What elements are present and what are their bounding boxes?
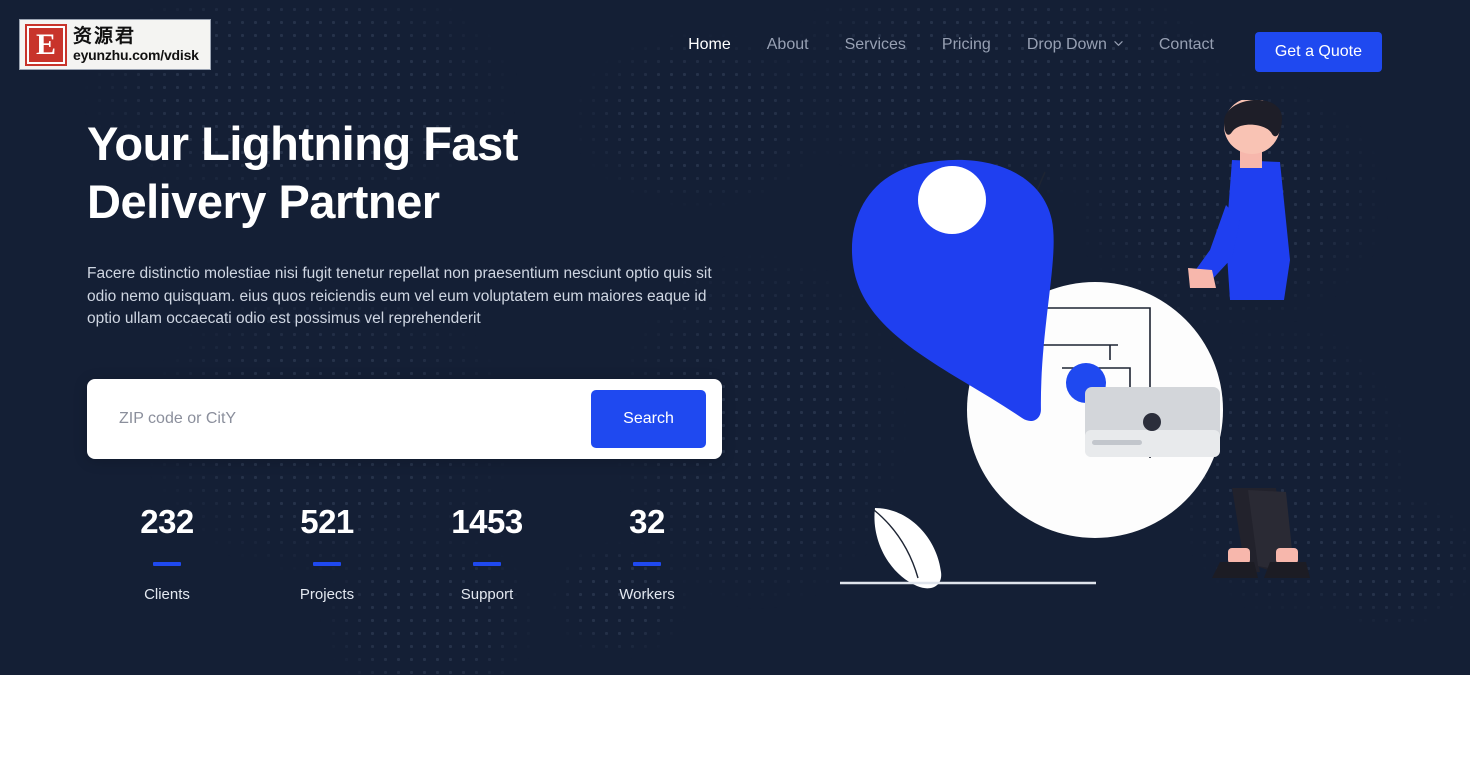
stat-item: 1453 Support — [407, 505, 567, 603]
nav-item-contact[interactable]: Contact — [1141, 36, 1232, 54]
stat-item: 521 Projects — [247, 505, 407, 603]
stat-value: 1453 — [451, 502, 523, 540]
nav-item-home[interactable]: Home — [670, 36, 749, 54]
logo-url: eyunzhu.com/vdisk — [73, 47, 199, 63]
stat-label: Clients — [144, 585, 190, 603]
stat-label: Projects — [299, 585, 355, 603]
stat-item: 32 Workers — [567, 505, 727, 603]
hero-subtext: Facere distinctio molestiae nisi fugit t… — [87, 265, 712, 327]
delivery-illustration — [840, 100, 1450, 600]
site-logo[interactable]: E 资源君 eyunzhu.com/vdisk — [19, 19, 211, 70]
logo-mark-letter: E — [27, 25, 65, 64]
search-button[interactable]: Search — [591, 389, 706, 448]
hero-content: Your Lightning Fast Delivery Partner Fac… — [87, 115, 787, 603]
nav-item-about[interactable]: About — [749, 36, 827, 54]
page-body-below-hero — [0, 675, 1470, 780]
nav-item-label: Drop Down — [1026, 36, 1107, 53]
page-title: Your Lightning Fast Delivery Partner — [87, 115, 647, 231]
headline-line-1: Your Lightning Fast — [87, 117, 518, 170]
stat-underline — [633, 561, 661, 566]
get-a-quote-button[interactable]: Get a Quote — [1254, 32, 1382, 72]
search-bar: Search — [87, 378, 722, 459]
map-pin-hole — [918, 166, 986, 234]
stat-item: 232 Clients — [87, 505, 247, 603]
logo-chinese-name: 资源君 — [73, 25, 137, 47]
stat-underline — [473, 561, 501, 566]
stat-label: Workers — [619, 585, 675, 603]
stat-underline — [153, 561, 181, 566]
logo-mark-icon: E — [25, 23, 67, 66]
nav-item-label: About — [766, 36, 809, 53]
nav-item-pricing[interactable]: Pricing — [924, 36, 1009, 54]
nav-item-label: Services — [844, 36, 906, 53]
stat-label: Support — [460, 585, 514, 603]
nav-item-services[interactable]: Services — [827, 36, 924, 54]
stat-value: 32 — [629, 502, 665, 540]
stat-value: 232 — [140, 502, 194, 540]
search-input[interactable] — [103, 409, 591, 428]
logo-text: 资源君 eyunzhu.com/vdisk — [73, 25, 199, 63]
nav-item-label: Home — [688, 36, 731, 53]
chevron-down-icon — [1114, 39, 1123, 48]
nav-item-label: Contact — [1158, 36, 1214, 53]
hero-section: E 资源君 eyunzhu.com/vdisk Home About Service… — [0, 0, 1470, 675]
site-header: E 资源君 eyunzhu.com/vdisk Home About Service… — [0, 0, 1470, 90]
delivery-person — [1188, 100, 1310, 578]
nav-item-drop-down[interactable]: Drop Down — [1009, 36, 1141, 54]
headline-line-2: Delivery Partner — [87, 175, 440, 228]
stats-row: 232 Clients 521 Projects 1453 Support 32 Worker… — [87, 505, 727, 603]
package-box — [1085, 387, 1220, 457]
nav-item-label: Pricing — [941, 36, 991, 53]
stat-underline — [313, 561, 341, 566]
stat-value: 521 — [300, 502, 354, 540]
